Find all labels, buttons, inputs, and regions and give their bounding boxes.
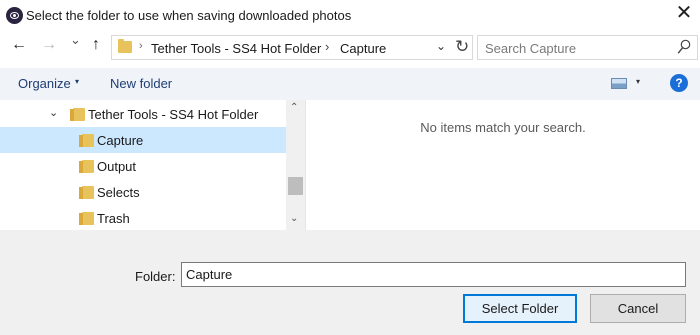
tree-item-tether-tools[interactable]: ⌄ Tether Tools - SS4 Hot Folder — [0, 101, 286, 127]
close-icon[interactable]: ✕ — [672, 3, 696, 23]
organize-menu[interactable]: Organize — [18, 76, 71, 91]
tree-scrollbar[interactable]: ⌃ ⌄ — [286, 100, 305, 230]
chevron-right-icon[interactable]: › — [325, 39, 329, 54]
chevron-right-icon[interactable]: › — [139, 40, 143, 52]
search-placeholder: Search Capture — [485, 41, 577, 56]
folder-icon — [70, 108, 85, 121]
forward-arrow-icon[interactable]: → — [41, 37, 57, 53]
search-icon — [677, 39, 691, 54]
folder-icon — [79, 134, 94, 147]
folder-icon — [118, 39, 132, 53]
select-folder-button[interactable]: Select Folder — [463, 294, 577, 323]
folder-icon — [79, 160, 94, 173]
caret-down-icon[interactable]: ▾ — [75, 77, 79, 86]
dialog-title: Select the folder to use when saving dow… — [26, 8, 352, 23]
address-bar[interactable]: › Tether Tools - SS4 Hot Folder › Captur… — [111, 35, 473, 60]
tree-item-label: Selects — [97, 185, 140, 200]
tree-item-capture[interactable]: Capture — [0, 127, 286, 153]
caret-down-icon[interactable]: ▾ — [636, 77, 640, 86]
up-arrow-icon[interactable]: ↑ — [92, 37, 100, 53]
navigation-pane: ⌄ Tether Tools - SS4 Hot Folder Capture … — [0, 100, 305, 230]
address-dropdown-chevron-icon[interactable]: ⌄ — [436, 39, 446, 53]
title-bar: Select the folder to use when saving dow… — [0, 0, 700, 32]
folder-icon — [79, 186, 94, 199]
dialog-footer: Folder: Select Folder Cancel — [0, 230, 700, 335]
tree-item-selects[interactable]: Selects — [0, 179, 286, 205]
folder-icon — [79, 212, 94, 225]
cancel-button[interactable]: Cancel — [590, 294, 686, 323]
app-icon — [6, 7, 23, 24]
breadcrumb-capture[interactable]: Capture — [340, 41, 386, 56]
scroll-up-icon[interactable]: ⌃ — [290, 102, 298, 113]
file-list-pane[interactable]: No items match your search. — [306, 100, 700, 230]
help-icon[interactable]: ? — [670, 74, 688, 92]
view-options-icon[interactable] — [611, 78, 627, 89]
back-arrow-icon[interactable]: ← — [11, 37, 27, 53]
breadcrumb-tether-tools[interactable]: Tether Tools - SS4 Hot Folder — [151, 41, 321, 56]
refresh-icon[interactable]: ↻ — [455, 37, 469, 57]
scroll-down-icon[interactable]: ⌄ — [290, 213, 298, 224]
new-folder-button[interactable]: New folder — [110, 76, 172, 91]
recent-locations-chevron-icon[interactable]: ⌄ — [70, 33, 81, 46]
tree-item-label: Tether Tools - SS4 Hot Folder — [88, 107, 259, 122]
expand-chevron-icon[interactable]: ⌄ — [49, 106, 58, 119]
tree-item-label: Trash — [97, 211, 130, 226]
folder-label: Folder: — [135, 269, 176, 284]
empty-state-message: No items match your search. — [420, 120, 586, 135]
scrollbar-thumb[interactable] — [288, 177, 303, 195]
folder-name-field[interactable] — [181, 262, 686, 287]
tree-item-trash[interactable]: Trash — [0, 205, 286, 231]
tree-item-label: Capture — [97, 133, 144, 148]
command-toolbar: Organize ▾ New folder ▾ ? — [0, 68, 700, 100]
tree-item-label: Output — [97, 159, 137, 174]
search-input[interactable]: Search Capture — [477, 35, 698, 60]
tree-item-output[interactable]: Output — [0, 153, 286, 179]
